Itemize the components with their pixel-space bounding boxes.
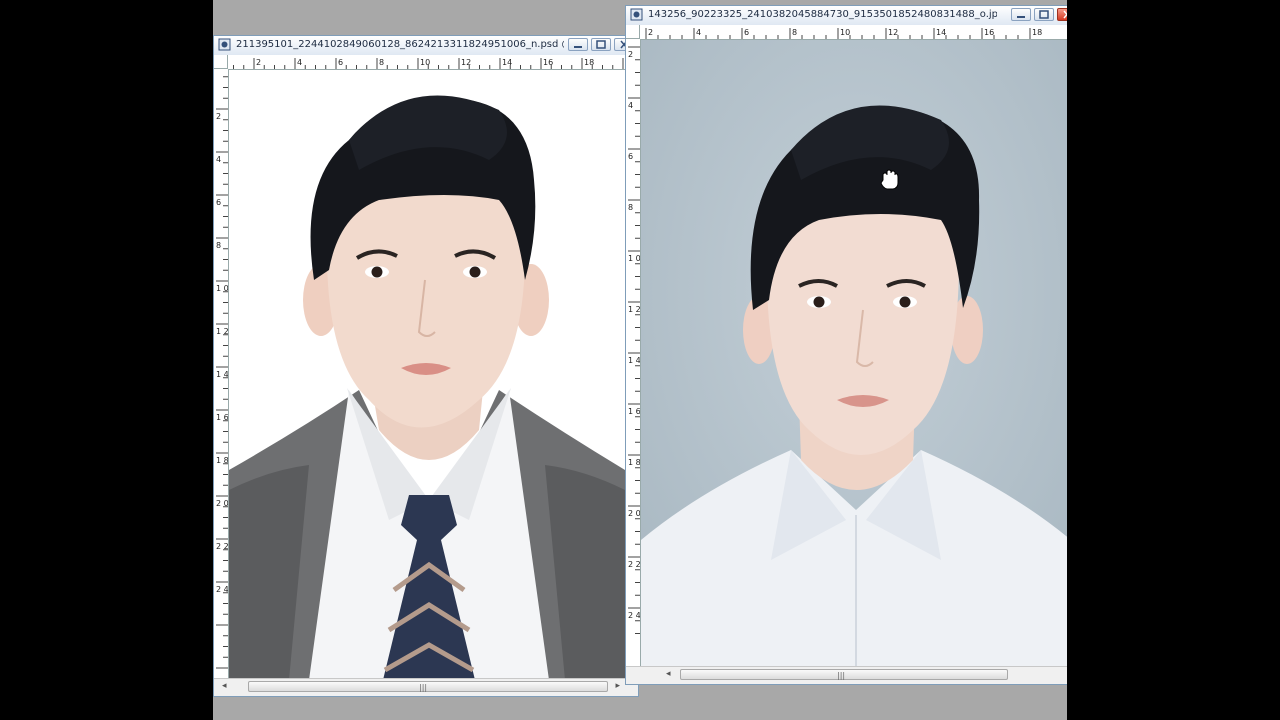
ruler-v-ticks: 2 4 6 8 1 0 1 2 1 4 1 6 1 8 2 0 2 2 2 4 <box>216 76 228 669</box>
ruler-label: 2 4 <box>628 611 640 620</box>
ruler-label: 8 <box>379 58 384 67</box>
scroll-left-icon[interactable]: ◂ <box>666 669 671 679</box>
ruler-label: 1 6 <box>216 413 228 422</box>
ruler-label: 2 4 <box>216 585 228 594</box>
ruler-label: 8 <box>216 241 221 250</box>
close-button[interactable] <box>1057 8 1067 21</box>
ruler-label: 12 <box>461 58 471 67</box>
document-canvas[interactable] <box>229 70 638 678</box>
maximize-button[interactable] <box>591 38 611 51</box>
scroll-thumb[interactable]: ||| <box>680 669 1008 680</box>
horizontal-ruler[interactable]: 2 4 6 8 10 12 14 16 18 <box>640 25 1067 40</box>
ruler-label: 1 8 <box>628 458 640 467</box>
ruler-label: 8 <box>792 28 797 37</box>
ruler-label: 2 0 <box>628 509 640 518</box>
scroll-right-icon[interactable]: ▸ <box>615 681 620 691</box>
ruler-label: 1 0 <box>628 254 640 263</box>
ruler-label: 4 <box>696 28 701 37</box>
ruler-label: 6 <box>216 198 221 207</box>
restore-icon <box>596 40 606 49</box>
ruler-label: 6 <box>628 152 633 161</box>
grip-icon: ||| <box>837 671 846 680</box>
ruler-label: 2 2 <box>216 542 228 551</box>
ruler-label: 16 <box>543 58 553 67</box>
ruler-label: 1 0 <box>216 284 228 293</box>
window-titlebar[interactable]: 143256_90223325_2410382045884730_9153501… <box>626 6 1067 26</box>
ruler-corner <box>626 25 640 39</box>
ruler-label: 1 4 <box>216 370 228 379</box>
maximize-button[interactable] <box>1034 8 1054 21</box>
hand-cursor-icon <box>880 169 899 190</box>
ruler-label: 10 <box>840 28 850 37</box>
restore-icon <box>1039 10 1049 19</box>
horizontal-scrollbar[interactable]: ◂ ||| ▸ <box>214 678 638 696</box>
ruler-label: 2 <box>256 58 261 67</box>
ruler-label: 6 <box>338 58 343 67</box>
ruler-label: 8 <box>628 203 633 212</box>
vertical-ruler[interactable]: 2 4 6 8 1 0 1 2 1 4 1 6 1 8 2 0 2 2 2 4 <box>626 39 641 666</box>
photoshop-workspace: 211395101_2244102849060128_8624213311824… <box>213 0 1067 720</box>
document-window-psd[interactable]: 211395101_2244102849060128_8624213311824… <box>213 35 639 697</box>
ruler-label: 2 0 <box>216 499 228 508</box>
ruler-label: 18 <box>584 58 594 67</box>
scroll-left-icon[interactable]: ◂ <box>222 681 227 691</box>
ruler-label: 14 <box>936 28 946 37</box>
document-canvas[interactable] <box>641 40 1067 666</box>
ruler-label: 2 <box>648 28 653 37</box>
ruler-h-ticks: 2 4 6 8 10 12 14 16 18 <box>645 28 1042 39</box>
ruler-label: 1 4 <box>628 356 640 365</box>
window-title: 211395101_2244102849060128_8624213311824… <box>236 39 564 50</box>
ruler-label: 1 2 <box>216 327 228 336</box>
ruler-v-ticks: 2 4 6 8 1 0 1 2 1 4 1 6 1 8 2 0 2 2 2 4 <box>628 46 640 634</box>
portrait-shirt <box>641 40 1067 666</box>
ruler-label: 4 <box>628 101 633 110</box>
vertical-ruler[interactable]: 2 4 6 8 1 0 1 2 1 4 1 6 1 8 2 0 2 2 2 4 <box>214 69 229 678</box>
ruler-label: 2 <box>216 112 221 121</box>
ruler-label: 4 <box>216 155 221 164</box>
ruler-label: 1 8 <box>216 456 228 465</box>
ruler-label: 12 <box>888 28 898 37</box>
horizontal-ruler[interactable]: 2 4 6 8 10 12 14 16 18 <box>228 55 638 70</box>
ruler-label: 18 <box>1032 28 1042 37</box>
ruler-label: 4 <box>297 58 302 67</box>
minimize-icon <box>574 46 582 48</box>
close-icon <box>1063 10 1067 19</box>
photoshop-doc-icon <box>630 8 643 21</box>
ruler-label: 1 6 <box>628 407 640 416</box>
photoshop-doc-icon <box>218 38 231 51</box>
document-window-jpg[interactable]: 143256_90223325_2410382045884730_9153501… <box>625 5 1067 685</box>
ruler-label: 2 2 <box>628 560 640 569</box>
ruler-corner <box>214 55 228 69</box>
minimize-icon <box>1017 16 1025 18</box>
portrait-suit <box>229 70 625 678</box>
ruler-h-ticks: 2 4 6 8 10 12 14 16 18 <box>233 58 624 69</box>
ruler-label: 16 <box>984 28 994 37</box>
scroll-thumb[interactable]: ||| <box>248 681 608 692</box>
ruler-label: 2 <box>628 50 633 59</box>
ruler-label: 10 <box>420 58 430 67</box>
horizontal-scrollbar[interactable]: ◂ ||| <box>626 666 1067 684</box>
ruler-label: 6 <box>744 28 749 37</box>
window-title: 143256_90223325_2410382045884730_9153501… <box>648 9 997 20</box>
window-titlebar[interactable]: 211395101_2244102849060128_8624213311824… <box>214 36 638 56</box>
ruler-label: 14 <box>502 58 512 67</box>
ruler-label: 1 2 <box>628 305 640 314</box>
grip-icon: ||| <box>419 683 428 692</box>
minimize-button[interactable] <box>1011 8 1031 21</box>
minimize-button[interactable] <box>568 38 588 51</box>
